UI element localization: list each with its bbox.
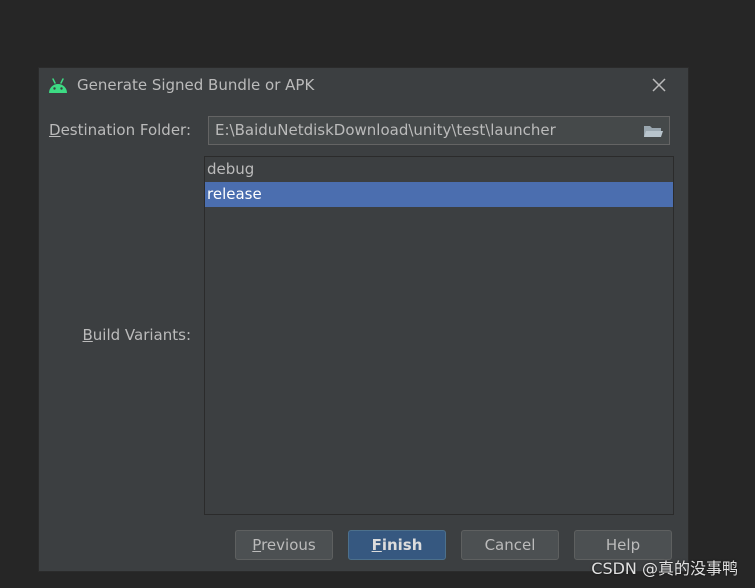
android-icon bbox=[49, 78, 67, 93]
destination-folder-field[interactable]: E:\BaiduNetdiskDownload\unity\test\launc… bbox=[208, 116, 670, 145]
previous-button[interactable]: Previous bbox=[235, 530, 333, 560]
variant-item-release[interactable]: release bbox=[205, 182, 673, 207]
generate-signed-apk-dialog: Generate Signed Bundle or APK Destinatio… bbox=[38, 67, 689, 572]
dialog-title: Generate Signed Bundle or APK bbox=[77, 76, 315, 94]
cancel-button[interactable]: Cancel bbox=[461, 530, 559, 560]
build-variants-list[interactable]: debug release bbox=[204, 156, 674, 515]
build-variants-label: Build Variants: bbox=[82, 326, 192, 344]
csdn-watermark: CSDN @真的没事鸭 bbox=[591, 559, 738, 578]
finish-button[interactable]: Finish bbox=[348, 530, 446, 560]
folder-icon[interactable] bbox=[643, 123, 663, 139]
close-icon[interactable] bbox=[652, 78, 666, 92]
dialog-titlebar: Generate Signed Bundle or APK bbox=[39, 68, 688, 104]
destination-folder-label: Destination Folder: bbox=[49, 121, 191, 139]
variant-item-debug[interactable]: debug bbox=[205, 157, 673, 182]
destination-folder-value[interactable]: E:\BaiduNetdiskDownload\unity\test\launc… bbox=[215, 121, 556, 139]
